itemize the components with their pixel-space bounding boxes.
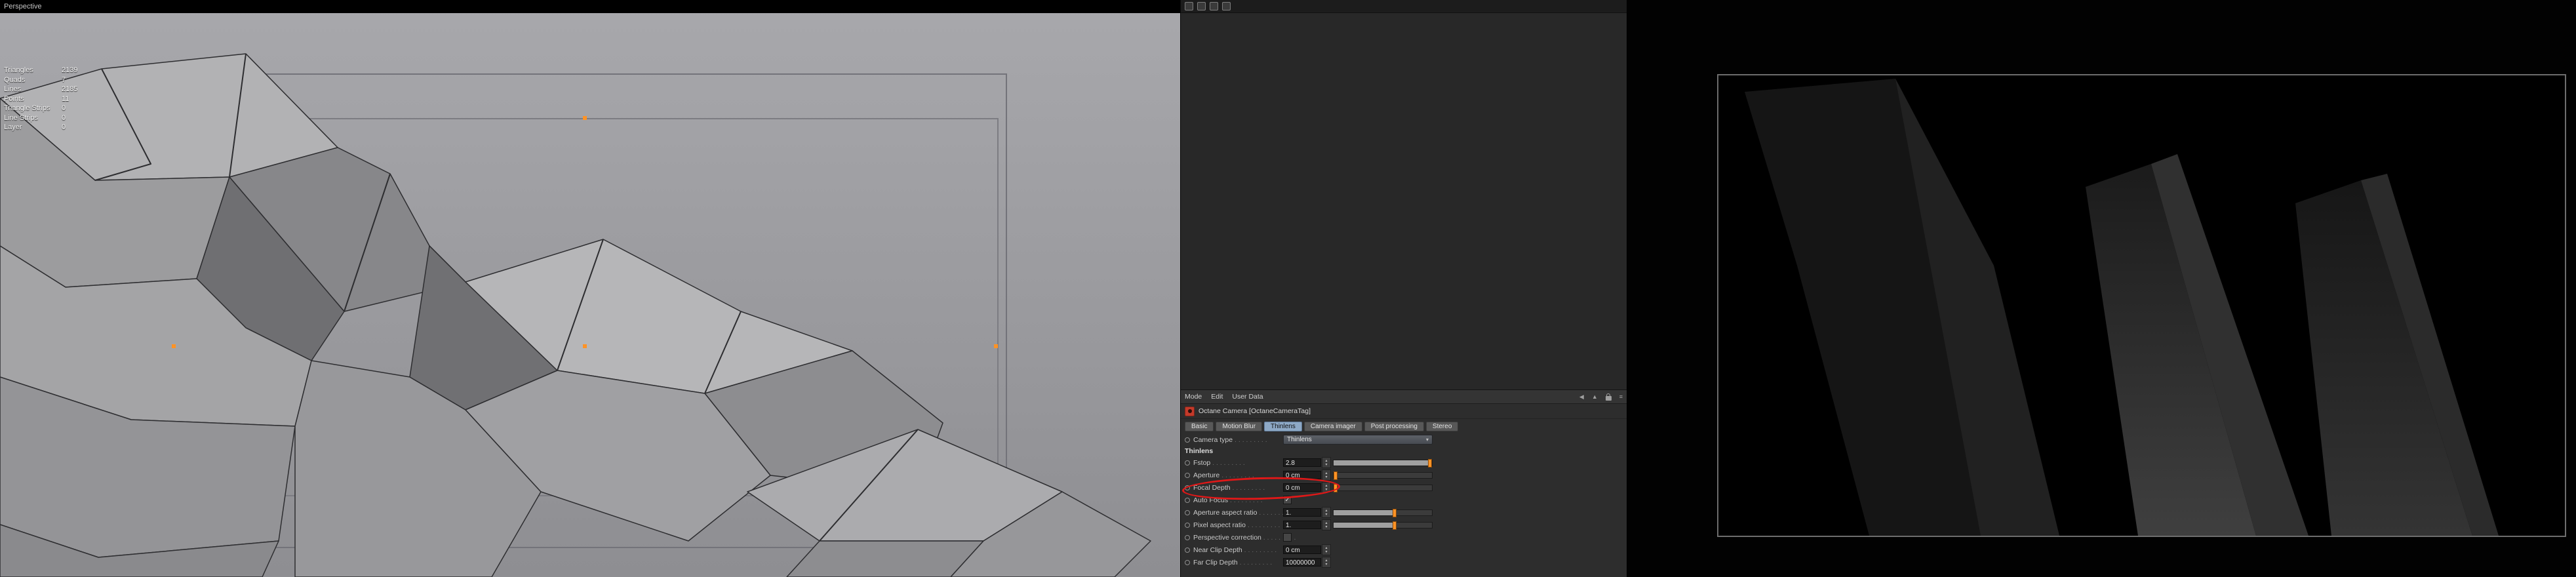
viewport-perspective[interactable]: Perspective Triangles 2139 Quads 7 Lines…	[0, 0, 1180, 577]
value-stepper[interactable]: ▴ ▾	[1322, 544, 1331, 555]
lock-icon[interactable]	[1605, 393, 1612, 401]
stat-row: Triangle Strips 0	[4, 104, 66, 112]
param-slider[interactable]	[1333, 471, 1433, 480]
param-row-pixel-aspect-ratio: Pixel aspect ratio 1. ▴▾	[1181, 519, 1627, 531]
header-icon-3[interactable]	[1210, 2, 1218, 10]
tab-post-processing[interactable]: Post processing	[1364, 421, 1424, 431]
attribute-manager: Mode Edit User Data ◀ ▲ ≡ Octane Camera …	[1181, 389, 1627, 577]
stat-row: Points 11	[4, 94, 69, 103]
keyframe-dot[interactable]	[1185, 509, 1190, 515]
viewport-titlebar[interactable]: Perspective	[0, 0, 1180, 13]
value-field[interactable]: 0 cm	[1283, 483, 1321, 492]
param-row-auto-focus: Auto Focus ✓	[1181, 494, 1627, 506]
attribute-manager-menubar: Mode Edit User Data ◀ ▲ ≡	[1181, 390, 1627, 404]
value-field[interactable]: 1.	[1283, 521, 1321, 529]
viewport-view-label: Perspective	[4, 3, 42, 10]
auto-focus-checkbox[interactable]: ✓	[1283, 496, 1292, 504]
stat-row: Quads 7	[4, 75, 66, 84]
value-field[interactable]: 10000000	[1283, 558, 1321, 567]
param-row-fstop: Fstop 2.8 ▴▾	[1181, 456, 1627, 469]
tab-motion-blur[interactable]: Motion Blur	[1216, 421, 1263, 431]
keyframe-dot[interactable]	[1185, 534, 1190, 540]
stat-row: Lines 2185	[4, 85, 78, 93]
value-stepper[interactable]: ▴ ▾	[1322, 469, 1331, 481]
viewport-stats-hud: Triangles 2139 Quads 7 Lines 2185 Points 11 …	[4, 66, 101, 132]
param-row-far-clip-depth: Far Clip Depth 10000000 ▴▾	[1181, 556, 1627, 568]
param-row-camera-type: Camera type Thinlens ▾	[1181, 433, 1627, 446]
keyframe-dot[interactable]	[1185, 472, 1190, 478]
attribute-tabs: Basic Motion Blur Thinlens Camera imager…	[1181, 419, 1627, 433]
value-stepper[interactable]: ▴ ▾	[1322, 482, 1331, 493]
keyframe-dot[interactable]	[1185, 460, 1190, 466]
header-icon-2[interactable]	[1197, 2, 1206, 10]
octane-camera-tag-icon	[1185, 406, 1195, 416]
menu-user-data[interactable]: User Data	[1232, 393, 1263, 401]
perspective-correction-checkbox[interactable]	[1283, 533, 1292, 542]
checkmark-icon: ✓	[1284, 496, 1290, 503]
camera-type-dropdown[interactable]: Thinlens ▾	[1283, 435, 1433, 445]
attribute-title-row: Octane Camera [OctaneCameraTag]	[1181, 404, 1627, 419]
render-region-frame[interactable]	[1717, 74, 2566, 537]
live-viewer-render-area[interactable]	[1627, 0, 2576, 577]
tab-camera-imager[interactable]: Camera imager	[1303, 421, 1362, 431]
scroll-up-icon[interactable]: ▲	[1592, 393, 1598, 400]
group-header-thinlens[interactable]: Thinlens	[1181, 446, 1627, 456]
param-slider[interactable]	[1333, 521, 1433, 530]
panel-menu-icon[interactable]: ≡	[1619, 393, 1623, 400]
stat-row: Layer 0	[4, 123, 66, 131]
object-title: Octane Camera [OctaneCameraTag]	[1199, 407, 1311, 415]
render-canvas	[1718, 75, 2565, 536]
tab-thinlens[interactable]: Thinlens	[1264, 421, 1302, 431]
keyframe-dot[interactable]	[1185, 437, 1190, 443]
stat-row: Line Strips 0	[4, 113, 66, 122]
keyframe-dot[interactable]	[1185, 497, 1190, 503]
viewport-canvas[interactable]	[0, 0, 1180, 577]
keyframe-dot[interactable]	[1185, 547, 1190, 553]
application-window: Perspective Triangles 2139 Quads 7 Lines…	[0, 0, 2576, 577]
param-slider[interactable]	[1333, 483, 1433, 492]
keyframe-dot[interactable]	[1185, 559, 1190, 565]
menu-edit[interactable]: Edit	[1211, 393, 1223, 401]
param-row-focal-depth: Focal Depth 0 cm ▴▾	[1181, 481, 1627, 494]
chevron-down-icon: ▾	[1425, 437, 1429, 443]
keyframe-dot[interactable]	[1185, 522, 1190, 528]
param-row-aperture-aspect-ratio: Aperture aspect ratio 1. ▴▾	[1181, 506, 1627, 519]
value-stepper[interactable]: ▴ ▾	[1322, 557, 1331, 568]
param-row-perspective-correction: Perspective correction	[1181, 531, 1627, 544]
value-field[interactable]: 0 cm	[1283, 471, 1321, 479]
middle-panel-column: Mode Edit User Data ◀ ▲ ≡ Octane Camera …	[1180, 0, 1627, 577]
param-row-aperture: Aperture 0 cm ▴▾	[1181, 469, 1627, 481]
dropdown-value: Thinlens	[1287, 436, 1312, 443]
value-stepper[interactable]: ▴ ▾	[1322, 507, 1331, 518]
value-field[interactable]: 1.	[1283, 508, 1321, 517]
param-label: Camera type	[1193, 436, 1267, 444]
empty-panel-area	[1181, 13, 1627, 389]
value-field[interactable]: 2.8	[1283, 458, 1321, 467]
menu-mode[interactable]: Mode	[1185, 393, 1202, 401]
param-slider[interactable]	[1333, 458, 1433, 468]
history-back-icon[interactable]: ◀	[1579, 393, 1584, 401]
value-stepper[interactable]: ▴ ▾	[1322, 519, 1331, 530]
tab-basic[interactable]: Basic	[1185, 421, 1214, 431]
header-icon-4[interactable]	[1222, 2, 1231, 10]
param-row-near-clip-depth: Near Clip Depth 0 cm ▴▾	[1181, 544, 1627, 556]
panel-header	[1181, 0, 1627, 13]
param-slider[interactable]	[1333, 508, 1433, 517]
header-icon-1[interactable]	[1185, 2, 1193, 10]
value-stepper[interactable]: ▴ ▾	[1322, 457, 1331, 468]
value-field[interactable]: 0 cm	[1283, 546, 1321, 554]
stat-row: Triangles 2139	[4, 66, 78, 74]
tab-stereo[interactable]: Stereo	[1425, 421, 1459, 431]
keyframe-dot[interactable]	[1185, 485, 1190, 490]
